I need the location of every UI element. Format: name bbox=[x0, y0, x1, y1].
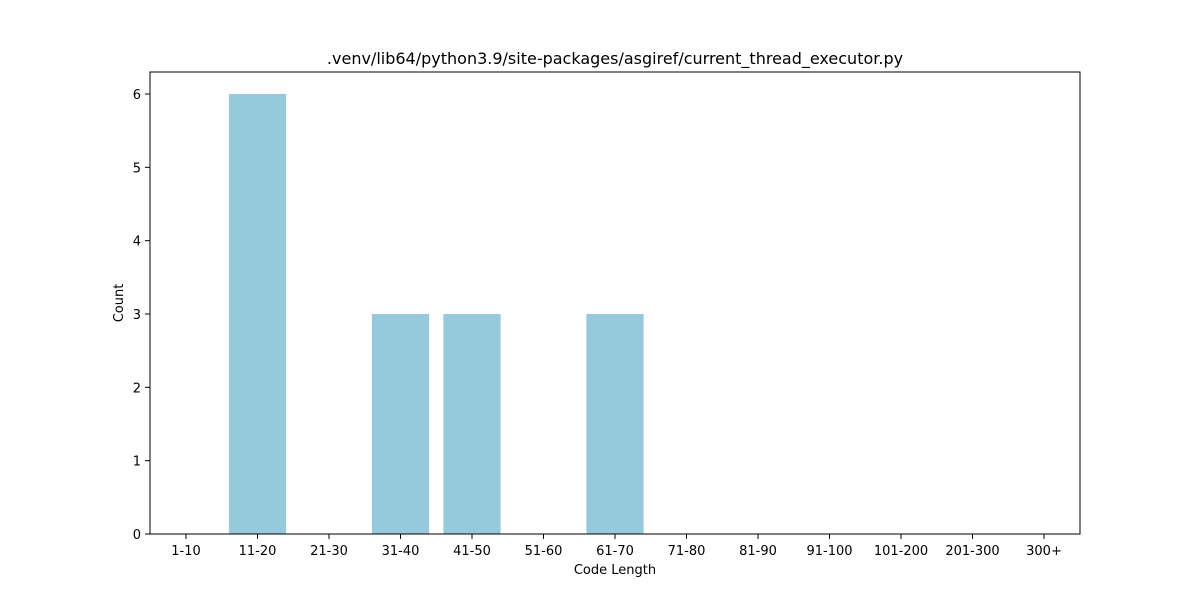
x-tick-label-300+: 300+ bbox=[1026, 544, 1062, 559]
bar-41-50 bbox=[443, 314, 501, 534]
bars-group bbox=[228, 94, 644, 534]
x-tick-label-31-40: 31-40 bbox=[382, 544, 420, 559]
y-axis-label: Count bbox=[112, 284, 127, 323]
x-tick-label-1-10: 1-10 bbox=[171, 544, 201, 559]
x-tick-label-41-50: 41-50 bbox=[453, 544, 491, 559]
chart-container: .venv/lib64/python3.9/site-packages/asgi… bbox=[0, 0, 1200, 600]
y-tick-label-0: 0 bbox=[133, 528, 141, 543]
bar-chart: .venv/lib64/python3.9/site-packages/asgi… bbox=[112, 49, 1081, 578]
y-tick-label-5: 5 bbox=[133, 161, 141, 176]
x-tick-label-91-100: 91-100 bbox=[806, 544, 852, 559]
y-tick-label-6: 6 bbox=[133, 88, 141, 103]
bar-31-40 bbox=[371, 314, 430, 534]
y-tick-label-4: 4 bbox=[133, 235, 141, 250]
x-tick-label-81-90: 81-90 bbox=[739, 544, 777, 559]
x-axis: 1-10 11-20 21-30 31-40 41-50 51-60 61-70 71-80 8… bbox=[171, 534, 1062, 559]
x-axis-label: Code Length bbox=[574, 563, 656, 578]
bar-61-70 bbox=[586, 314, 644, 534]
x-tick-label-101-200: 101-200 bbox=[874, 544, 928, 559]
y-tick-label-2: 2 bbox=[133, 381, 141, 396]
y-axis: 0 1 2 3 4 5 6 bbox=[133, 88, 150, 543]
x-tick-label-71-80: 71-80 bbox=[668, 544, 706, 559]
x-tick-label-51-60: 51-60 bbox=[525, 544, 563, 559]
x-tick-label-11-20: 11-20 bbox=[239, 544, 277, 559]
y-tick-label-1: 1 bbox=[133, 455, 141, 470]
x-tick-label-61-70: 61-70 bbox=[596, 544, 634, 559]
bar-11-20 bbox=[228, 94, 287, 534]
x-tick-label-201-300: 201-300 bbox=[945, 544, 999, 559]
y-tick-label-3: 3 bbox=[133, 308, 141, 323]
chart-title: .venv/lib64/python3.9/site-packages/asgi… bbox=[327, 49, 903, 69]
x-tick-label-21-30: 21-30 bbox=[310, 544, 348, 559]
